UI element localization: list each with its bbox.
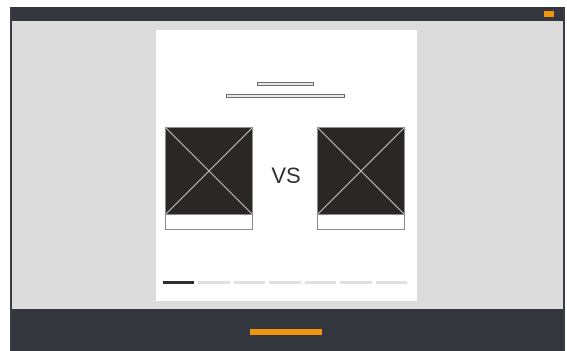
window-bottom-bar (12, 309, 563, 351)
comparison-card: VS (156, 30, 417, 301)
pager-step-2[interactable] (198, 281, 230, 284)
vs-label: VS (271, 163, 301, 188)
right-option-label-field[interactable] (317, 214, 405, 230)
window-top-bar (12, 7, 563, 21)
app-window: VS (10, 7, 565, 351)
left-image-placeholder-icon[interactable] (165, 127, 253, 215)
pager-step-7[interactable] (375, 281, 407, 284)
primary-action-button[interactable] (250, 329, 322, 335)
right-image-placeholder-icon[interactable] (317, 127, 405, 215)
pager-step-5[interactable] (304, 281, 337, 284)
pager-step-6[interactable] (340, 281, 372, 284)
pager-step-1[interactable] (163, 281, 195, 284)
image-placeholder-icon (166, 128, 252, 214)
pager-progress (163, 281, 407, 284)
pager-step-4[interactable] (269, 281, 301, 284)
subtitle-placeholder (226, 94, 345, 98)
title-placeholder (257, 82, 314, 86)
window-accent-icon[interactable] (544, 11, 554, 17)
image-placeholder-icon (318, 128, 404, 214)
left-option-label-field[interactable] (165, 214, 253, 230)
pager-step-3[interactable] (233, 281, 266, 284)
